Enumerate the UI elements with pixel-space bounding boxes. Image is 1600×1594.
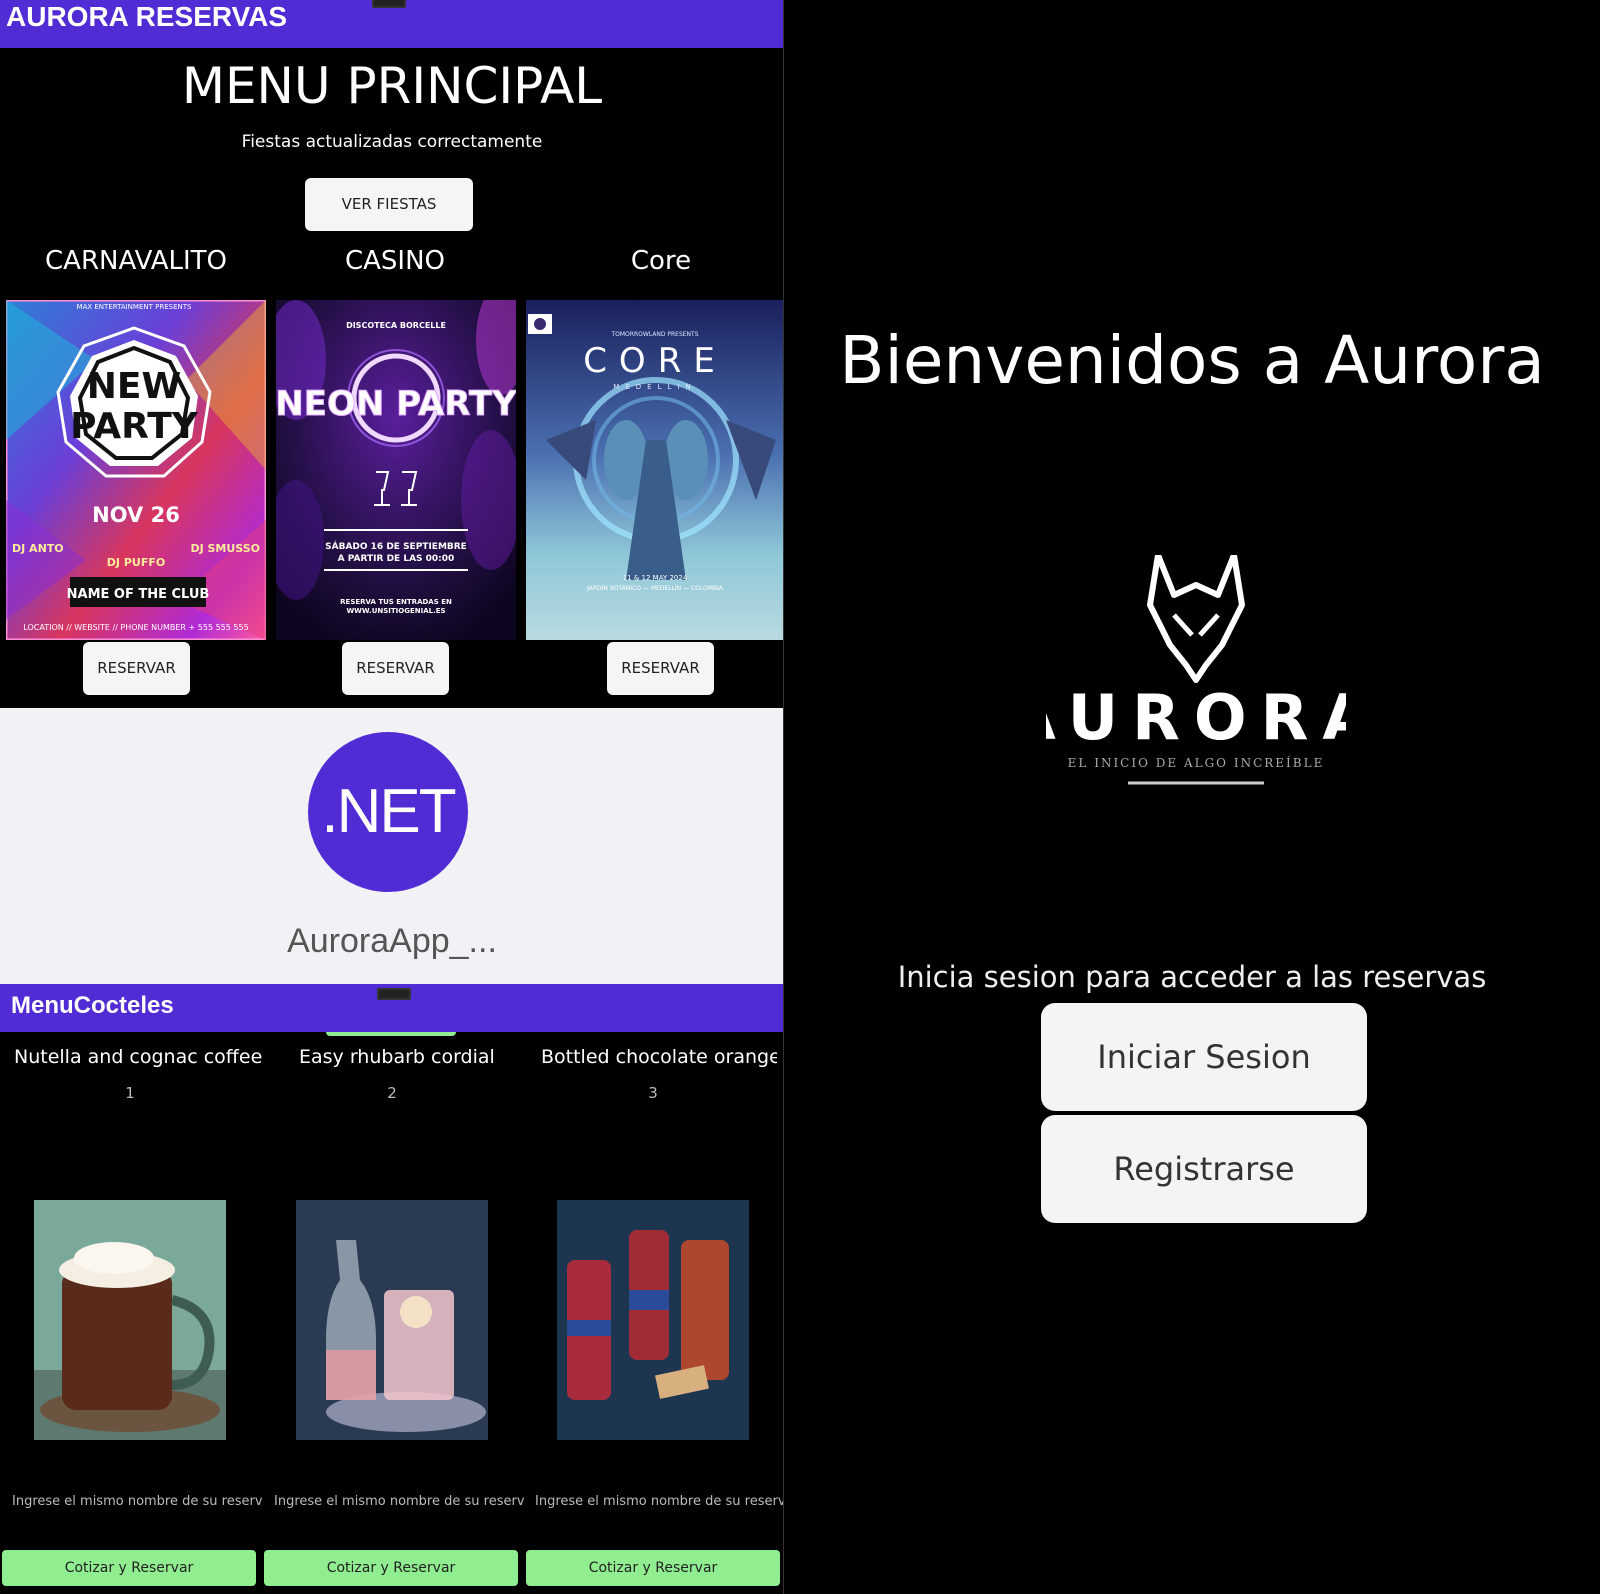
poster1-line2: PARTY [70,406,199,447]
splash-screen: .NET AuroraApp_... [0,708,784,984]
party-name-casino: CASINO [344,246,446,276]
reserve-button-core[interactable]: RESERVAR [607,642,714,695]
poster2-date-2: A PARTIR DE LAS 00:00 [338,554,455,564]
poster1-footer: LOCATION // WEBSITE // PHONE NUMBER + 55… [23,623,248,632]
party-name-carnavalito: CARNAVALITO [45,246,227,276]
poster2-date-1: SÁBADO 16 DE SEPTIEMBRE [325,540,467,552]
wolf-logo-icon: AURORA EL INICIO DE ALGO INCREÍBLE [1008,552,1370,785]
reservation-name-input-3[interactable]: Ingrese el mismo nombre de su reserva [535,1494,785,1509]
dotnet-logo-text: .NET [321,777,456,846]
reservation-name-input-1[interactable]: Ingrese el mismo nombre de su reserva [12,1494,262,1509]
poster1-dj-center: DJ PUFFO [107,556,165,569]
poster2-title: NEON PARTY [276,384,516,424]
page-title: MENU PRINCIPAL [181,57,603,115]
logo-tagline: EL INICIO DE ALGO INCREÍBLE [1068,755,1325,770]
cocktail-image-3 [557,1200,749,1440]
poster1-date: NOV 26 [92,503,180,527]
window-drag-handle[interactable] [372,0,406,8]
poster3-presents: TOMORROWLAND PRESENTS [610,331,698,338]
main-menu-screen: AURORA RESERVAS MENU PRINCIPAL Fiestas a… [0,0,784,708]
cocktail-number-3: 3 [648,1084,658,1102]
login-screen: Bienvenidos a Aurora AURORA EL INICIO DE… [784,0,1600,1594]
poster1-club: NAME OF THE CLUB [67,587,210,602]
poster3-city: MEDELLIN [613,383,696,391]
cocktail-number-1: 1 [125,1084,135,1102]
poster1-dj-right: DJ SMUSSO [190,542,260,555]
poster3-venue: JARDÍN BOTÁNICO — MEDELLÍN — COLOMBIA [586,585,724,592]
cocktail-name-2: Easy rhubarb cordial [299,1046,495,1068]
poster1-presents: MAX ENTERTAINMENT PRESENTS [77,303,192,311]
reserve-button-casino[interactable]: RESERVAR [342,642,449,695]
cocktail-name-1: Nutella and cognac coffee cocktail [14,1046,264,1068]
poster3-dates: 11 & 12 MAY 2024 [623,574,688,582]
aurora-logo: AURORA EL INICIO DE ALGO INCREÍBLE [1008,552,1370,795]
cocktail-name-3: Bottled chocolate orange negroni [541,1046,777,1068]
poster2-footer-1: RESERVA TUS ENTRADAS EN [340,598,452,606]
splash-app-name: AuroraApp_... [287,922,497,960]
dotnet-logo-icon: .NET [308,732,468,892]
poster-core: TOMORROWLAND PRESENTS CORE MEDELLIN 11 &… [526,300,784,640]
view-parties-button[interactable]: VER FIESTAS [305,178,473,231]
cocktail-number-2: 2 [387,1084,397,1102]
poster1-dj-left: DJ ANTO [12,542,64,555]
app-title: AURORA RESERVAS [6,1,288,32]
reserve-button-carnavalito[interactable]: RESERVAR [83,642,190,695]
cocktail-image-2 [296,1200,488,1440]
poster1-line1: NEW [87,366,181,407]
poster3-title: CORE [583,341,727,381]
quote-reserve-button-3[interactable]: Cotizar y Reservar [526,1550,780,1586]
window-drag-handle-2[interactable] [377,988,411,1000]
reservation-name-input-2[interactable]: Ingrese el mismo nombre de su reserva [274,1494,524,1509]
login-button[interactable]: Iniciar Sesion [1041,1003,1367,1111]
cocktail-menu-screen: MenuCocteles Nutella and cognac coffee c… [0,984,785,1594]
quote-reserve-button-2[interactable]: Cotizar y Reservar [264,1550,518,1586]
poster2-footer-2: WWW.UNSITIOGENIAL.ES [346,607,445,615]
quote-reserve-button-1[interactable]: Cotizar y Reservar [2,1550,256,1586]
party-name-core: Core [630,246,692,276]
poster-casino: DISCOTECA BORCELLE NEON PARTY SÁBADO 16 … [276,300,516,640]
poster2-presents: DISCOTECA BORCELLE [346,321,446,330]
login-prompt: Inicia sesion para acceder a las reserva… [897,960,1487,994]
status-message: Fiestas actualizadas correctamente [241,132,543,152]
logo-word: AURORA [1046,681,1346,754]
register-button[interactable]: Registrarse [1041,1115,1367,1223]
welcome-title: Bienvenidos a Aurora [839,322,1545,399]
cocktail-image-1 [34,1200,226,1440]
refresh-indicator [326,1032,456,1036]
cocktail-title: MenuCocteles [11,992,174,1019]
poster-carnavalito: NEW PARTY MAX ENTERTAINMENT PRESENTS NOV… [6,300,266,640]
